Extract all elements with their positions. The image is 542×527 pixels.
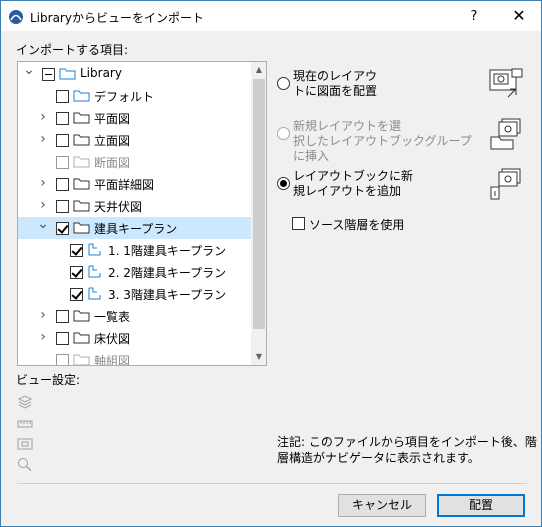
help-button[interactable]: ?	[459, 6, 489, 28]
note-text: 注記: このファイルから項目をインポート後、階層構造がナビゲータに表示されます。	[277, 435, 537, 465]
window-title: Libraryからビューをインポート	[30, 11, 204, 25]
tree-checkbox[interactable]	[56, 332, 69, 345]
chevron-right-icon[interactable]: ›	[36, 110, 50, 124]
tree-row[interactable]: デフォルト	[18, 85, 251, 107]
tree-checkbox[interactable]	[70, 266, 83, 279]
radio-place-current-layout[interactable]	[277, 77, 290, 90]
chevron-right-icon[interactable]: ›	[36, 198, 50, 212]
folder-icon	[73, 200, 90, 212]
chevron-right-icon[interactable]: ›	[36, 308, 50, 322]
tree-item-label: 床伏図	[94, 332, 131, 346]
view-icon	[88, 287, 101, 300]
tree-item-label: 2. 2階建具キープラン	[108, 266, 227, 280]
use-source-layers-checkbox[interactable]	[292, 217, 305, 230]
tree-row[interactable]: › 立面図	[18, 129, 251, 151]
scroll-up-icon[interactable]: ▲	[251, 62, 266, 78]
tree-checkbox[interactable]	[42, 68, 55, 81]
tree-row[interactable]: 軸組図	[18, 349, 251, 366]
cancel-button[interactable]: キャンセル	[338, 494, 426, 517]
tree-row[interactable]: › 床伏図	[18, 327, 251, 349]
zoom-icon	[18, 458, 32, 471]
tree-row[interactable]: › 天井伏図	[18, 195, 251, 217]
tree-row[interactable]: › 平面図	[18, 107, 251, 129]
folder-icon	[73, 134, 90, 146]
tree-row[interactable]: › 一覧表	[18, 305, 251, 327]
place-current-layout-label: 現在のレイアウ トに図面を配置	[293, 69, 378, 98]
folder-icon	[73, 156, 90, 168]
tree-item-label: 平面詳細図	[94, 178, 155, 192]
tree-checkbox[interactable]	[56, 90, 69, 103]
structure-display-icon	[17, 438, 33, 450]
tree-row[interactable]: ⌄ Library	[18, 63, 251, 85]
tree-item-label: Library	[80, 66, 122, 80]
layout-book-icon	[490, 168, 521, 200]
import-items-label: インポートする項目:	[16, 43, 129, 57]
folder-icon	[73, 332, 90, 344]
chevron-right-icon[interactable]: ›	[36, 132, 50, 146]
tree-checkbox[interactable]	[56, 178, 69, 191]
view-folder-icon	[73, 90, 90, 102]
tree-item-label: デフォルト	[94, 90, 155, 104]
tree-checkbox[interactable]	[70, 288, 83, 301]
chevron-right-icon[interactable]: ›	[36, 330, 50, 344]
chevron-down-icon[interactable]: ⌄	[22, 63, 36, 80]
tree-checkbox[interactable]	[70, 244, 83, 257]
new-layout-book-label: レイアウトブックに新 規レイアウトを追加	[293, 169, 414, 198]
tree-item-label: 3. 3階建具キープラン	[108, 288, 227, 302]
import-tree[interactable]: ⌄ Library デフォルト › 平面図 › 立面図断面図 › 平面詳細図 › 天井伏図 ⌄ 建具キー…	[17, 61, 267, 366]
library-folder-icon	[59, 68, 76, 80]
tree-checkbox[interactable]	[56, 222, 69, 235]
view-icon	[88, 243, 101, 256]
scroll-down-icon[interactable]: ▼	[251, 349, 266, 365]
tree-row[interactable]: 2. 2階建具キープラン	[18, 261, 251, 283]
radio-new-layout[interactable]	[277, 127, 290, 140]
tree-checkbox[interactable]	[56, 156, 69, 169]
tree-checkbox[interactable]	[56, 310, 69, 323]
use-source-layers-label: ソース階層を使用	[309, 218, 405, 232]
chevron-down-icon[interactable]: ⌄	[36, 217, 50, 234]
view-settings-label: ビュー設定:	[16, 373, 81, 387]
title-bar: Libraryからビューをインポート ? ✕	[1, 1, 541, 31]
close-button[interactable]: ✕	[499, 4, 539, 28]
folder-icon	[73, 310, 90, 322]
new-layout-folder-icon	[490, 118, 521, 150]
tree-checkbox[interactable]	[56, 354, 69, 365]
tree-row[interactable]: ⌄ 建具キープラン	[18, 217, 251, 239]
place-in-layout-icon	[489, 68, 523, 98]
folder-icon	[73, 112, 90, 124]
tree-row[interactable]: 1. 1階建具キープラン	[18, 239, 251, 261]
folder-icon	[73, 178, 90, 190]
tree-checkbox[interactable]	[56, 200, 69, 213]
folder-icon	[73, 222, 90, 234]
tree-item-label: 軸組図	[94, 354, 131, 366]
layers-icon	[17, 395, 33, 409]
footer-divider	[17, 483, 527, 484]
tree-item-label: 断面図	[94, 156, 131, 170]
new-layout-label: 新規レイアウトを選 択したレイアウトブックグループに挿入	[293, 119, 472, 163]
import-dialog: Libraryからビューをインポート ? ✕ インポートする項目: ⌄ Libra…	[0, 0, 542, 527]
tree-item-label: 立面図	[94, 134, 131, 148]
chevron-right-icon[interactable]: ›	[36, 176, 50, 190]
scroll-thumb[interactable]	[253, 79, 265, 329]
radio-new-layout-book[interactable]	[277, 177, 290, 190]
archicad-app-icon	[9, 10, 23, 24]
tree-item-label: 天井伏図	[94, 200, 143, 214]
view-icon	[88, 265, 101, 278]
tree-checkbox[interactable]	[56, 134, 69, 147]
scale-icon	[17, 420, 33, 428]
tree-item-label: 平面図	[94, 112, 131, 126]
tree-item-label: 建具キープラン	[94, 222, 178, 236]
tree-row[interactable]: 3. 3階建具キープラン	[18, 283, 251, 305]
tree-row[interactable]: 断面図	[18, 151, 251, 173]
tree-item-label: 1. 1階建具キープラン	[108, 244, 227, 258]
place-button[interactable]: 配置	[437, 494, 525, 517]
tree-item-label: 一覧表	[94, 310, 131, 324]
tree-scrollbar[interactable]: ▲ ▼	[251, 62, 266, 365]
tree-row[interactable]: › 平面詳細図	[18, 173, 251, 195]
tree-checkbox[interactable]	[56, 112, 69, 125]
folder-icon	[73, 354, 90, 365]
